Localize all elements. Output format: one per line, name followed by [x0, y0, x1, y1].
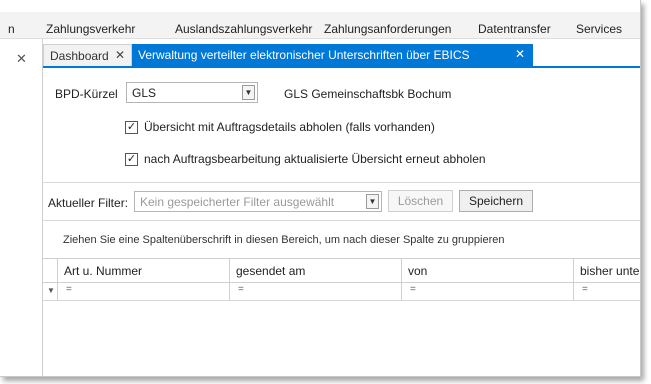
menu-item-zahlungsanforderungen[interactable]: Zahlungsanforderungen — [324, 22, 451, 36]
tab-label: Dashboard — [50, 49, 109, 63]
delete-filter-button[interactable]: Löschen — [388, 190, 453, 212]
filter-row-indicator: ▼ — [43, 282, 57, 300]
chevron-down-icon[interactable]: ▼ — [366, 194, 379, 209]
checkbox-label: nach Auftragsbearbeitung aktualisierte Ü… — [144, 152, 486, 166]
main-content: BPD-Kürzel GLS ▼ GLS Gemeinschaftsbk Boc… — [43, 68, 640, 376]
filter-label: Aktueller Filter: — [48, 196, 129, 210]
filter-cell-bisher[interactable]: = — [573, 282, 640, 300]
bank-name: GLS Gemeinschaftsbk Bochum — [284, 87, 452, 101]
grid-filter-row: ▼ = = = = — [43, 282, 640, 301]
menu-item-services[interactable]: Services — [576, 22, 622, 36]
app-window: n Zahlungsverkehr Auslandszahlungsverkeh… — [0, 0, 641, 377]
menu-item-datentransfer[interactable]: Datentransfer — [478, 22, 551, 36]
close-icon[interactable]: ✕ — [115, 48, 125, 62]
filter-operator[interactable]: = — [66, 284, 72, 295]
checkbox-icon[interactable]: ✓ — [125, 120, 138, 134]
menu-item-zahlungsverkehr[interactable]: Zahlungsverkehr — [46, 22, 135, 36]
menu-bar: n Zahlungsverkehr Auslandszahlungsverkeh… — [0, 12, 640, 39]
menu-item-auslandszahlungsverkehr[interactable]: Auslandszahlungsverkehr — [175, 22, 312, 36]
filter-operator[interactable]: = — [238, 284, 244, 295]
chevron-down-icon[interactable]: ▼ — [242, 85, 255, 100]
bpd-select-value: GLS — [132, 86, 157, 100]
save-filter-button[interactable]: Speichern — [459, 190, 533, 212]
bpd-label: BPD-Kürzel — [55, 87, 118, 101]
close-icon[interactable]: ✕ — [515, 47, 525, 61]
checkbox-icon[interactable]: ✓ — [125, 152, 138, 166]
checkbox-label: Übersicht mit Auftragsdetails abholen (f… — [144, 120, 435, 134]
checkbox-fetch-details[interactable]: ✓ Übersicht mit Auftragsdetails abholen … — [125, 120, 435, 134]
tab-dashboard[interactable]: Dashboard ✕ — [43, 44, 132, 66]
column-von[interactable]: von — [401, 259, 573, 282]
grid-header: Art u. Nummer gesendet am von bisher unt… — [43, 258, 640, 283]
side-panel: ✕ — [0, 39, 43, 376]
divider — [43, 182, 640, 183]
filter-cell-von[interactable]: = — [401, 282, 573, 300]
tab-strip: Dashboard ✕ Verwaltung verteilter elektr… — [43, 44, 640, 68]
row-indicator-header — [43, 259, 57, 282]
column-gesendet-am[interactable]: gesendet am — [229, 259, 401, 282]
bpd-select[interactable]: GLS ▼ — [126, 82, 258, 103]
filter-cell-gesendet-am[interactable]: = — [229, 282, 401, 300]
funnel-icon[interactable]: ▼ — [47, 286, 55, 295]
close-icon[interactable]: ✕ — [16, 51, 27, 67]
filter-operator[interactable]: = — [582, 284, 588, 295]
menu-item-partial[interactable]: n — [8, 22, 15, 36]
filter-placeholder: Kein gespeicherter Filter ausgewählt — [140, 195, 335, 209]
column-art-nummer[interactable]: Art u. Nummer — [57, 259, 229, 282]
divider — [43, 220, 640, 221]
filter-operator[interactable]: = — [410, 284, 416, 295]
tab-ebics-signatures[interactable]: Verwaltung verteilter elektronischer Unt… — [132, 44, 533, 66]
filter-select[interactable]: Kein gespeicherter Filter ausgewählt ▼ — [134, 191, 382, 212]
checkbox-refetch-overview[interactable]: ✓ nach Auftragsbearbeitung aktualisierte… — [125, 152, 486, 166]
tab-label: Verwaltung verteilter elektronischer Unt… — [138, 48, 470, 62]
filter-cell-art-nummer[interactable]: = — [57, 282, 229, 300]
group-hint: Ziehen Sie eine Spaltenüberschrift in di… — [63, 234, 505, 246]
column-bisher-unterschrieben[interactable]: bisher unte — [573, 259, 640, 282]
